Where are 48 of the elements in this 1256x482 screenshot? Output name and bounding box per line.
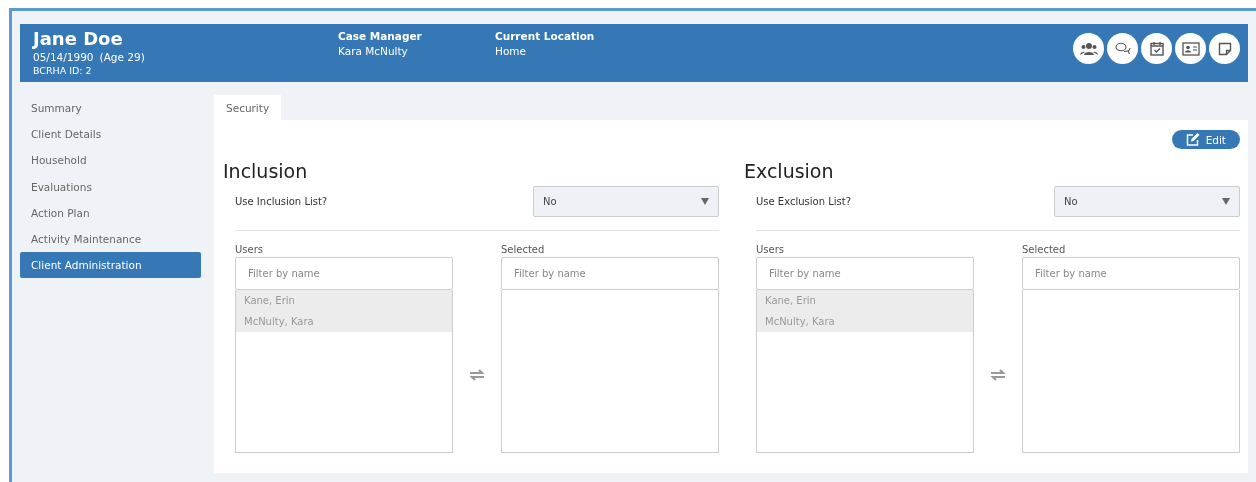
select-value: No	[1064, 196, 1078, 207]
filter-field[interactable]: Filter by name	[501, 257, 719, 290]
filter-field[interactable]: Filter by name	[1022, 257, 1240, 290]
list-label: Users	[235, 243, 264, 257]
filter-field[interactable]: Filter by name	[235, 257, 453, 290]
client-name: Jane Doe	[33, 28, 124, 50]
question-label: Use Inclusion List?	[235, 196, 328, 207]
list-label: Selected	[501, 243, 546, 257]
transfer-icon[interactable]	[468, 369, 486, 381]
sidebar-item[interactable]: Summary	[20, 95, 201, 122]
transfer-icon[interactable]	[989, 369, 1007, 381]
select-dropdown[interactable]: No	[1054, 186, 1240, 217]
sidebar-item[interactable]: Action Plan	[20, 199, 201, 226]
client-id: BCRHA ID: 2	[33, 64, 93, 78]
select-dropdown[interactable]: No	[533, 186, 719, 217]
sidebar-item[interactable]: Client Details	[20, 121, 201, 148]
calendar-icon	[1149, 41, 1164, 56]
section-title: Inclusion	[223, 159, 309, 184]
edit-icon	[1185, 133, 1200, 146]
edit-button[interactable]: Edit	[1171, 130, 1240, 149]
id-card-button[interactable]	[1175, 33, 1206, 64]
id-card-icon	[1181, 41, 1200, 56]
sidebar-item[interactable]: Activity Maintenance	[20, 225, 201, 253]
dropdown-icon	[1222, 198, 1230, 205]
note-button[interactable]	[1209, 33, 1240, 64]
field-label: Case Manager	[338, 29, 423, 44]
list-label: Selected	[1022, 243, 1067, 257]
select-value: No	[543, 196, 557, 207]
sidebar-item[interactable]: Household	[20, 147, 201, 174]
tab[interactable]: Security	[214, 95, 282, 120]
filter-field[interactable]: Filter by name	[756, 257, 974, 290]
chat-icon	[1114, 41, 1131, 56]
sidebar-item[interactable]: Client Administration	[20, 252, 201, 279]
field-label: Current Location	[495, 29, 596, 44]
chat-button[interactable]	[1107, 33, 1138, 64]
sidebar-item[interactable]: Evaluations	[20, 173, 201, 200]
question-label: Use Exclusion List?	[756, 196, 851, 207]
calendar-button[interactable]	[1141, 33, 1172, 64]
field-value: Kara McNulty	[338, 44, 409, 59]
list-label: Users	[756, 243, 785, 257]
birth-date: 05/14/1990	[33, 50, 94, 64]
dropdown-icon	[701, 198, 709, 205]
note-icon	[1217, 41, 1232, 56]
people-icon	[1079, 41, 1098, 56]
section-title: Exclusion	[744, 159, 835, 184]
field-value: Home	[495, 44, 527, 59]
people-button[interactable]	[1073, 33, 1104, 64]
client-age: (Age 29)	[99, 50, 145, 64]
